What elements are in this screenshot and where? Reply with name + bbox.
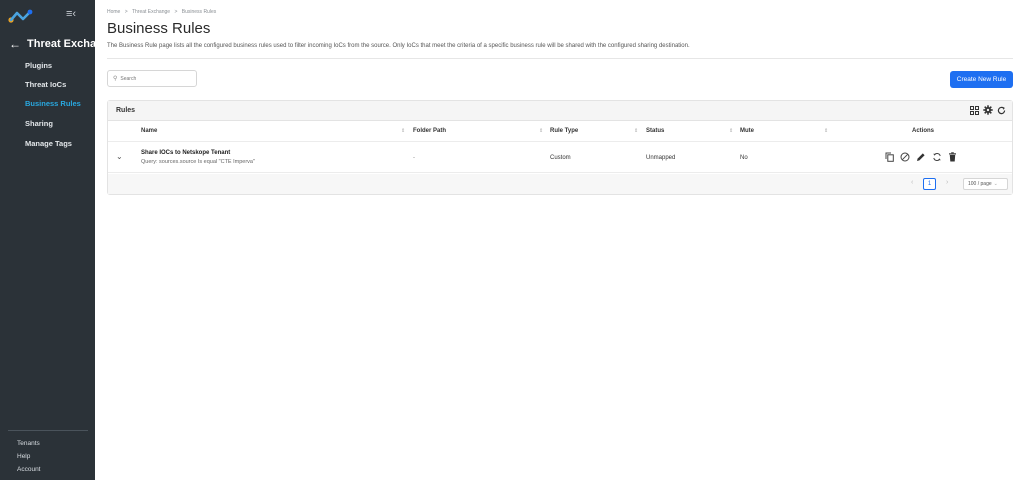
column-header-mute: Mute [740,128,754,134]
rule-status: Unmapped [646,155,676,161]
sidebar-item-plugins[interactable]: Plugins [25,61,52,70]
divider [107,58,1013,59]
breadcrumb-separator: > [124,9,128,15]
trash-icon[interactable] [948,152,957,162]
breadcrumb-threat-exchange[interactable]: Threat Exchange [132,9,170,15]
create-new-rule-button[interactable]: Create New Rule [950,71,1013,88]
menu-collapse-icon[interactable]: ≡‹ [66,8,76,20]
sort-icon[interactable]: ⇕ [401,128,405,134]
table-header: Name ⇕ Folder Path ⇕ Rule Type ⇕ Status … [108,122,1012,142]
grid-view-icon[interactable] [970,105,979,115]
sort-icon[interactable]: ⇕ [539,128,543,134]
rule-type: Custom [550,155,571,161]
pagination: ‹ 1 › 100 / page ⌄ [108,174,1012,194]
next-page-icon[interactable]: › [946,179,948,186]
sort-icon[interactable]: ⇕ [634,128,638,134]
main-content: Home > Threat Exchange > Business Rules … [95,0,1024,480]
sidebar-item-manage-tags[interactable]: Manage Tags [25,139,72,148]
page-size-select[interactable]: 100 / page ⌄ [963,178,1008,190]
page-number-current[interactable]: 1 [923,178,936,190]
breadcrumb-home[interactable]: Home [107,9,120,15]
expand-chevron-icon[interactable]: ⌄ [116,152,123,161]
column-header-actions: Actions [912,128,935,134]
edit-icon[interactable] [916,152,926,162]
search-box[interactable]: ⚲ [107,70,197,87]
page-size-value: 100 / page [968,181,992,187]
sort-icon[interactable]: ⇕ [824,128,828,134]
search-icon: ⚲ [113,76,118,82]
refresh-icon[interactable] [997,106,1006,115]
netskope-logo[interactable] [8,9,34,23]
sync-icon[interactable] [932,152,942,162]
sidebar-item-help[interactable]: Help [17,453,30,460]
column-header-name: Name [141,128,158,134]
sidebar-item-threat-iocs[interactable]: Threat IoCs [25,80,66,89]
row-actions [885,152,957,162]
sidebar-item-tenants[interactable]: Tenants [17,440,40,447]
breadcrumb: Home > Threat Exchange > Business Rules [107,9,219,15]
sidebar-top: ≡‹ [0,0,95,30]
previous-page-icon[interactable]: ‹ [911,179,913,186]
sort-icon[interactable]: ⇕ [729,128,733,134]
sidebar-item-business-rules[interactable]: Business Rules [25,99,81,108]
card-header: Rules [108,101,1012,121]
sidebar: ≡‹ ← Threat Exchange Plugins Threat IoCs… [0,0,116,480]
rules-card: Rules Name ⇕ Folder Path ⇕ Rule Type ⇕ S… [107,100,1013,195]
sidebar-divider [8,430,88,431]
copy-icon[interactable] [885,152,894,162]
arrow-left-icon: ← [9,37,21,51]
gear-icon[interactable] [983,105,993,115]
rule-folder-path: - [413,155,415,161]
page-title: Business Rules [107,20,211,37]
card-title: Rules [116,107,136,114]
search-input[interactable] [120,75,191,82]
page-description: The Business Rule page lists all the con… [107,43,690,49]
sidebar-item-sharing[interactable]: Sharing [25,119,53,128]
sidebar-item-account[interactable]: Account [17,466,41,473]
rule-name[interactable]: Share IOCs to Netskope Tenant [141,150,230,156]
rule-mute: No [740,155,748,161]
breadcrumb-separator: > [174,9,178,15]
column-header-rule-type: Rule Type [550,128,579,134]
disable-icon[interactable] [900,152,910,162]
breadcrumb-current: Business Rules [181,9,217,15]
column-header-status: Status [646,128,665,134]
chevron-down-icon: ⌄ [993,181,998,187]
rule-query: Query: sources.source Is equal "CTE Impe… [141,159,255,165]
table-row: ⌄ Share IOCs to Netskope Tenant Query: s… [108,143,1012,173]
card-tools [970,105,1006,115]
column-header-folder-path: Folder Path [413,128,447,134]
